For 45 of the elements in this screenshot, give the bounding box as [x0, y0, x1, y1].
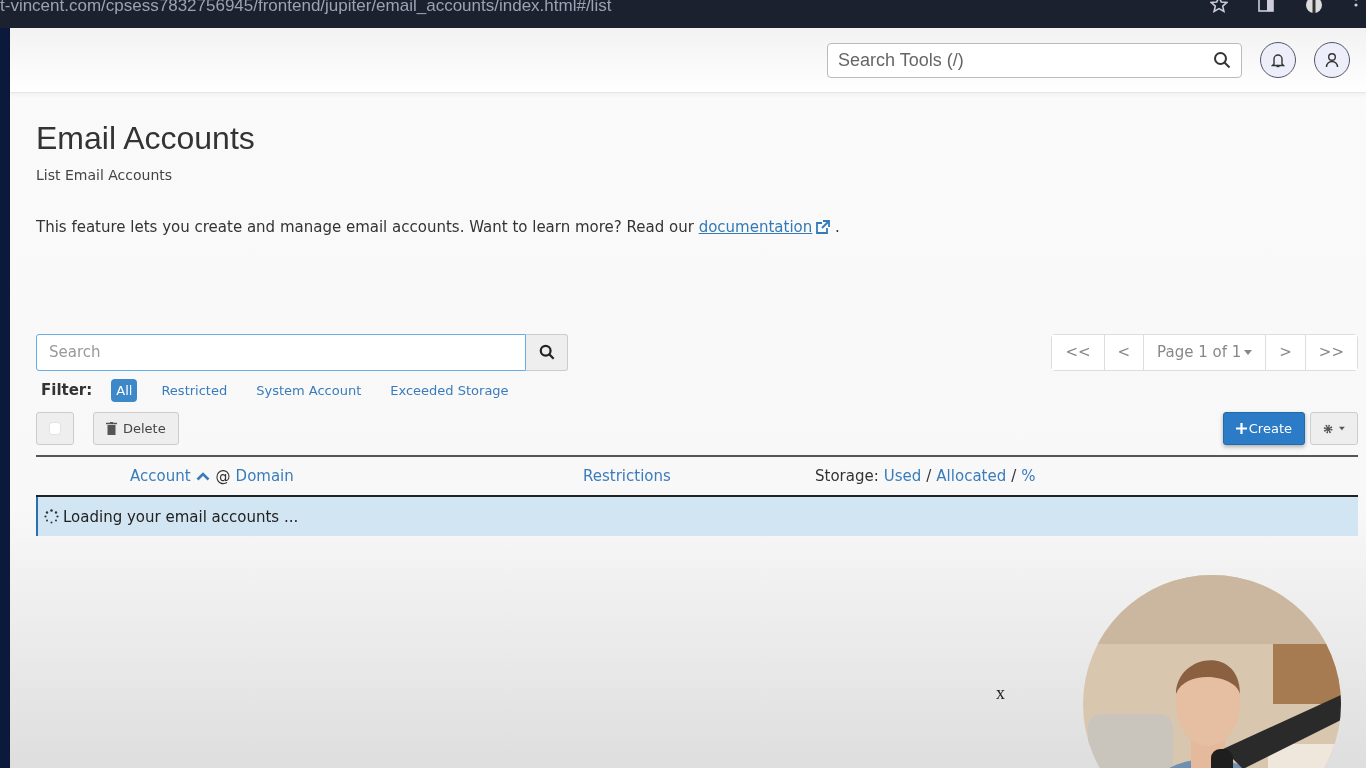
caret-icon — [1244, 350, 1253, 356]
external-link-icon — [815, 220, 831, 236]
star-icon[interactable] — [1210, 0, 1228, 14]
description-text: This feature lets you create and manage email accounts. Want to learn more? Read our — [36, 218, 694, 237]
trash-icon — [106, 422, 117, 436]
close-mark[interactable]: x — [996, 680, 1005, 707]
delete-button[interactable]: Delete — [93, 412, 179, 446]
search-button[interactable] — [526, 333, 568, 371]
search-icon — [1213, 51, 1231, 69]
filter-option[interactable]: All — [111, 378, 138, 403]
documentation-link[interactable]: documentation — [698, 218, 813, 237]
settings-button[interactable] — [1310, 412, 1358, 446]
column-sort-link[interactable]: Account — [130, 465, 191, 488]
search-icon — [538, 344, 555, 361]
create-button[interactable]: Create — [1222, 412, 1305, 446]
column-header-text: Storage: — [815, 466, 879, 488]
plus-icon — [1235, 423, 1247, 435]
search-tools-field[interactable]: Search Tools (/) — [827, 42, 1242, 78]
user-icon — [1325, 52, 1339, 68]
filter-option[interactable]: Exceeded Storage — [385, 378, 514, 403]
page-button[interactable]: >> — [1304, 334, 1357, 370]
filter-option[interactable]: System Account — [251, 378, 367, 403]
column-sort-link[interactable]: % — [1021, 465, 1036, 488]
user-button[interactable] — [1314, 42, 1350, 78]
loading-message: Loading your email accounts ... — [63, 506, 299, 528]
page-title: Email Accounts — [36, 119, 256, 158]
column-header-text: / — [1011, 466, 1017, 488]
column-header-text: @ — [215, 466, 231, 488]
column-sort-link[interactable]: Restrictions — [583, 465, 671, 488]
bell-icon — [1271, 52, 1285, 68]
page-subtitle: List Email Accounts — [36, 166, 174, 186]
select-all-checkbox[interactable] — [49, 422, 61, 436]
column-sort-link[interactable]: Domain — [235, 465, 294, 488]
column-header-text: / — [926, 466, 932, 488]
search-field[interactable]: Search — [36, 333, 526, 371]
period-text: . — [835, 218, 840, 237]
spinner-icon — [44, 509, 59, 525]
column-sort-link[interactable]: Allocated — [936, 465, 1007, 488]
filter-label: Filter: — [41, 380, 93, 402]
notifications-button[interactable] — [1260, 42, 1296, 78]
checkbox-button[interactable] — [36, 412, 74, 446]
sidebar-icon[interactable] — [1258, 0, 1274, 12]
column-sort-link[interactable]: Used — [883, 465, 922, 488]
filter-option[interactable]: Restricted — [156, 378, 233, 403]
caret-icon — [1339, 426, 1345, 432]
